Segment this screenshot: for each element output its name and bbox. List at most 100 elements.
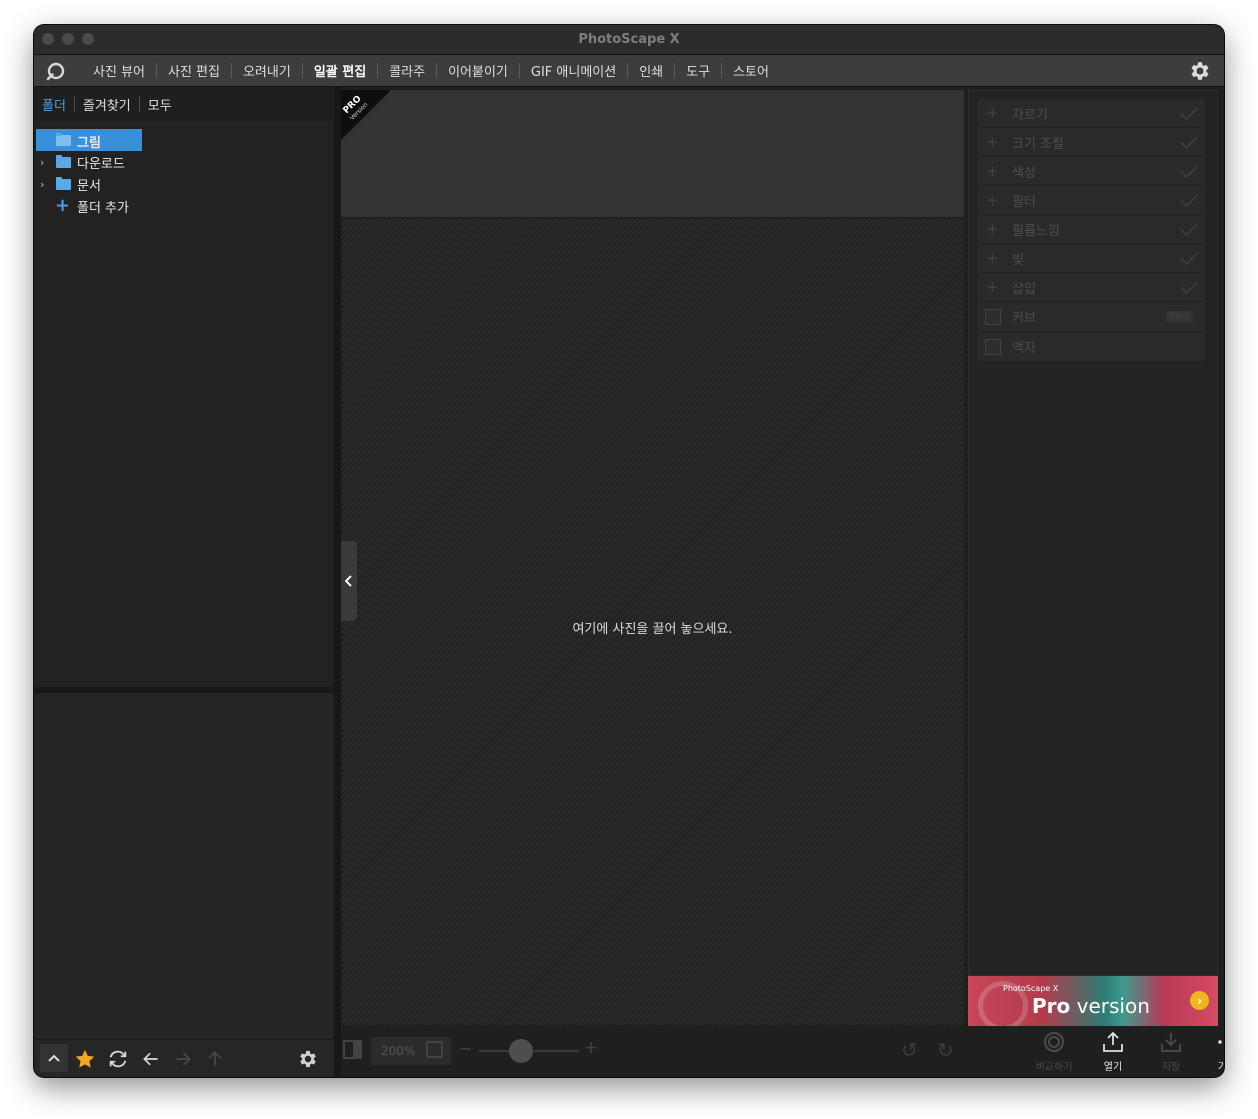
- tab-folder[interactable]: 폴더: [34, 95, 74, 114]
- app-window: PhotoScape X 사진 뷰어 사진 편집 오려내기 일괄 편집 콜라주 이어붙이기…: [34, 25, 1224, 1077]
- compare-icon: [1026, 1028, 1082, 1056]
- checkmark-icon: [1180, 218, 1198, 237]
- ad-headline: Pro version: [1032, 994, 1150, 1018]
- checkmark-icon: [1180, 160, 1198, 179]
- tool-label: 필름느낌: [1012, 223, 1060, 239]
- zoom-slider-handle[interactable]: [509, 1039, 533, 1063]
- compare-button[interactable]: 비교하기: [1026, 1028, 1082, 1074]
- ad-app-name: PhotoScape X: [1003, 984, 1059, 993]
- tree-item-downloads[interactable]: › 다운로드: [34, 151, 334, 173]
- menu-item-combine[interactable]: 이어붙이기: [437, 61, 519, 80]
- documents-folder-icon: [56, 176, 71, 190]
- split-view-icon[interactable]: [343, 1040, 362, 1059]
- left-toolbar: [34, 1039, 334, 1077]
- title-bar: PhotoScape X: [34, 25, 1224, 55]
- forward-arrow-icon[interactable]: [171, 1047, 195, 1071]
- preview-toolbar: 200% − + ↺ ↻: [341, 1025, 964, 1077]
- folder-settings-gear-icon[interactable]: [296, 1047, 320, 1071]
- menu-item-photo-viewer[interactable]: 사진 뷰어: [82, 61, 156, 80]
- checkmark-icon: [1180, 131, 1198, 150]
- collapse-left-panel-button[interactable]: [341, 541, 357, 621]
- downloads-folder-icon: [56, 154, 71, 168]
- save-button[interactable]: 저장: [1143, 1028, 1199, 1074]
- rotate-right-icon[interactable]: ↻: [937, 1039, 959, 1061]
- zoom-out-icon[interactable]: −: [459, 1039, 472, 1058]
- tool-filter[interactable]: + 필터: [978, 186, 1205, 215]
- favorite-star-icon[interactable]: [73, 1047, 97, 1071]
- tool-light[interactable]: + 빛: [978, 244, 1205, 273]
- tool-label: 색상: [1012, 165, 1036, 181]
- parent-folder-up-icon[interactable]: [203, 1047, 227, 1071]
- plus-icon[interactable]: +: [986, 220, 999, 238]
- menu-item-store[interactable]: 스토어: [722, 61, 780, 80]
- tool-insert[interactable]: + 삽입: [978, 273, 1205, 302]
- left-tabs: 폴더 즐겨찾기 모두: [34, 87, 334, 121]
- tab-all[interactable]: 모두: [140, 95, 180, 114]
- settings-gear-icon[interactable]: [1188, 59, 1212, 83]
- more-button[interactable]: 기타: [1200, 1028, 1224, 1074]
- tool-crop[interactable]: + 자르기: [978, 99, 1205, 128]
- plus-icon[interactable]: +: [986, 191, 999, 209]
- tool-label: 액자: [1012, 341, 1036, 356]
- rotate-left-icon[interactable]: ↺: [901, 1039, 923, 1061]
- tree-item-documents[interactable]: › 문서: [34, 173, 334, 195]
- menu-item-photo-editor[interactable]: 사진 편집: [157, 61, 231, 80]
- menu-item-collage[interactable]: 콜라주: [378, 61, 436, 80]
- menu-items: 사진 뷰어 사진 편집 오려내기 일괄 편집 콜라주 이어붙이기 GIF 애니메이션 인쇄 도구…: [82, 55, 780, 86]
- action-toolbar: 비교하기 열기 저장 기타: [968, 1026, 1224, 1077]
- tool-curves[interactable]: 커브 PRO: [978, 302, 1205, 332]
- left-panel: 폴더 즐겨찾기 모두 그림 › 다운로드 › 문서 + 폴더 추가: [34, 87, 334, 1077]
- batch-tools-panel: + 자르기 + 크기 조절 + 색상 + 필터 + 필름느낌 + 빛 + 삽입 …: [968, 90, 1218, 976]
- tool-color[interactable]: + 색상: [978, 157, 1205, 186]
- refresh-icon[interactable]: [106, 1047, 130, 1071]
- menu-item-cut-out[interactable]: 오려내기: [232, 61, 302, 80]
- checkmark-icon: [1180, 247, 1198, 266]
- drop-hint-text: 여기에 사진을 끌어 놓으세요.: [572, 622, 733, 637]
- more-label: 기타: [1217, 1062, 1224, 1073]
- pro-version-ad-banner[interactable]: PhotoScape X Pro version ›: [968, 976, 1218, 1026]
- add-folder-button[interactable]: + 폴더 추가: [34, 195, 334, 217]
- chevron-right-icon[interactable]: ›: [40, 178, 50, 191]
- tab-favorites[interactable]: 즐겨찾기: [75, 95, 139, 114]
- back-arrow-icon[interactable]: [139, 1047, 163, 1071]
- checkmark-icon: [1180, 189, 1198, 208]
- window-title: PhotoScape X: [578, 32, 680, 47]
- plus-icon[interactable]: +: [986, 133, 999, 151]
- curves-checkbox[interactable]: [985, 308, 1001, 325]
- plus-icon: +: [55, 195, 71, 216]
- tree-item-label: 그림: [77, 136, 101, 151]
- photoscape-logo-icon[interactable]: [44, 59, 68, 83]
- checkmark-icon: [1180, 102, 1198, 121]
- zoom-in-icon[interactable]: +: [584, 1038, 598, 1058]
- menu-item-tools[interactable]: 도구: [675, 61, 721, 80]
- menu-item-print[interactable]: 인쇄: [628, 61, 674, 80]
- frame-checkbox[interactable]: [985, 338, 1001, 355]
- plus-icon[interactable]: +: [986, 104, 999, 122]
- fit-to-screen-icon[interactable]: [426, 1041, 443, 1058]
- tree-item-pictures[interactable]: 그림: [34, 129, 334, 151]
- plus-icon[interactable]: +: [986, 162, 999, 180]
- arrow-right-icon[interactable]: ›: [1190, 991, 1209, 1010]
- tree-item-label: 문서: [77, 178, 101, 194]
- tool-label: 자르기: [1012, 107, 1048, 123]
- plus-icon[interactable]: +: [986, 278, 999, 296]
- panel-separator: [334, 87, 341, 1077]
- tool-label: 삽입: [1012, 281, 1036, 297]
- tool-film[interactable]: + 필름느낌: [978, 215, 1205, 244]
- save-label: 저장: [1161, 1062, 1181, 1073]
- open-button[interactable]: 열기: [1085, 1028, 1141, 1074]
- pro-version-ribbon[interactable]: PRO Version: [341, 90, 391, 140]
- open-label: 열기: [1103, 1062, 1123, 1073]
- menu-item-batch-editor[interactable]: 일괄 편집: [303, 61, 377, 80]
- plus-icon[interactable]: +: [986, 249, 999, 267]
- menu-item-gif-animation[interactable]: GIF 애니메이션: [520, 61, 627, 80]
- chevron-right-icon[interactable]: ›: [40, 156, 50, 169]
- tool-resize[interactable]: + 크기 조절: [978, 128, 1205, 157]
- pictures-folder-icon: [56, 133, 71, 146]
- tree-item-label: 다운로드: [77, 156, 125, 172]
- photo-drop-area[interactable]: 여기에 사진을 끌어 놓으세요.: [341, 219, 964, 1025]
- tool-label: 커브: [1012, 311, 1036, 326]
- tool-frame[interactable]: 액자: [978, 332, 1205, 362]
- main-menu-bar: 사진 뷰어 사진 편집 오려내기 일괄 편집 콜라주 이어붙이기 GIF 애니메이션 인쇄 도구…: [34, 55, 1224, 87]
- chevron-up-icon[interactable]: [40, 1044, 68, 1072]
